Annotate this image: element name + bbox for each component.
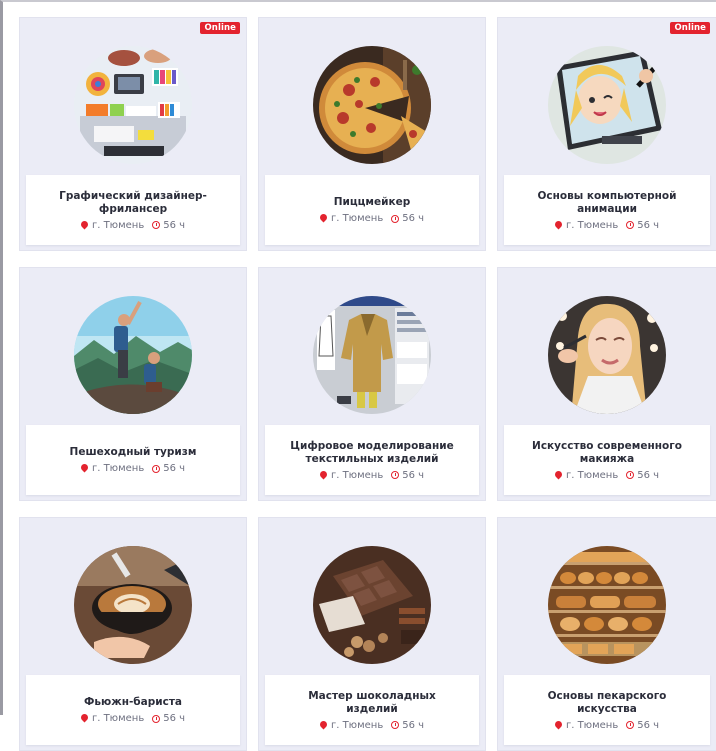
course-hours: 56 ч (402, 469, 425, 481)
course-city: г. Тюмень (330, 469, 384, 481)
course-title[interactable]: Основы пекарского искусства (522, 690, 692, 716)
course-hours: 56 ч (402, 213, 425, 224)
course-meta: г. Тюмень 56 ч (79, 219, 186, 231)
course-hours: 56 ч (637, 719, 660, 731)
course-city: г. Тюмень (91, 219, 145, 231)
course-meta: г. Тюмень 56 ч (553, 719, 660, 731)
course-card[interactable]: Пешеходный туризм г. Тюмень 56 ч (19, 267, 247, 501)
course-info: Искусство современного макияжа г. Тюмень… (504, 425, 710, 495)
clock-icon (391, 214, 400, 223)
clock-icon (152, 221, 161, 229)
course-info: Основы пекарского искусства г. Тюмень 56… (504, 675, 710, 745)
course-meta: г. Тюмень 56 ч (318, 469, 425, 481)
course-meta: г. Тюмень 56 ч (553, 219, 660, 231)
page-frame: Online Графический дизайнер-фрилансер г.… (0, 0, 716, 751)
course-city: г. Тюмень (565, 219, 619, 231)
3d-jacket-cad-photo (313, 296, 431, 414)
course-grid: Online Графический дизайнер-фрилансер г.… (19, 17, 716, 751)
course-hours: 56 ч (163, 219, 186, 231)
course-info: Основы компьютерной анимации г. Тюмень 5… (504, 175, 710, 245)
course-info: Пешеходный туризм г. Тюмень 56 ч (26, 425, 240, 495)
course-card[interactable]: Цифровое моделирование текстильных издел… (258, 267, 486, 501)
course-title[interactable]: Основы компьютерной анимации (522, 190, 692, 216)
online-badge: Online (670, 22, 710, 34)
hikers-mountains-photo (74, 296, 192, 414)
course-info: Цифровое моделирование текстильных издел… (265, 425, 479, 495)
course-meta: г. Тюмень 56 ч (318, 719, 425, 731)
course-hours: 56 ч (163, 463, 186, 474)
course-hours: 56 ч (637, 469, 660, 481)
location-pin-icon (553, 719, 564, 729)
course-card[interactable]: Пиццмейкер г. Тюмень 56 ч (258, 17, 486, 251)
course-city: г. Тюмень (330, 213, 384, 224)
makeup-model-photo (548, 296, 666, 414)
course-title[interactable]: Графический дизайнер-фрилансер (48, 190, 218, 216)
course-info: Пиццмейкер г. Тюмень 56 ч (265, 175, 479, 245)
course-title[interactable]: Пиццмейкер (334, 196, 411, 209)
location-pin-icon (318, 212, 329, 223)
course-title[interactable]: Мастер шоколадных изделий (287, 690, 457, 716)
course-hours: 56 ч (637, 219, 660, 231)
course-card[interactable]: Фьюжн-бариста г. Тюмень 56 ч (19, 517, 247, 751)
course-info: Фьюжн-бариста г. Тюмень 56 ч (26, 675, 240, 745)
course-info: Графический дизайнер-фрилансер г. Тюмень… (26, 175, 240, 245)
course-city: г. Тюмень (91, 463, 145, 474)
course-card[interactable]: Online Основы компьютерной анимации г. Т… (497, 17, 716, 251)
course-city: г. Тюмень (330, 719, 384, 731)
clock-icon (626, 471, 635, 479)
clock-icon (152, 714, 161, 723)
clock-icon (391, 721, 400, 729)
course-meta: г. Тюмень 56 ч (553, 469, 660, 481)
course-card[interactable]: Искусство современного макияжа г. Тюмень… (497, 267, 716, 501)
course-title[interactable]: Фьюжн-бариста (84, 696, 182, 709)
course-card[interactable]: Мастер шоколадных изделий г. Тюмень 56 ч (258, 517, 486, 751)
course-hours: 56 ч (402, 719, 425, 731)
location-pin-icon (79, 462, 90, 473)
location-pin-icon (318, 469, 329, 479)
course-city: г. Тюмень (565, 719, 619, 731)
course-title[interactable]: Искусство современного макияжа (522, 440, 692, 466)
clock-icon (626, 721, 635, 729)
location-pin-icon (553, 469, 564, 479)
bakery-shelves-photo (548, 546, 666, 664)
pizza-photo (313, 46, 431, 164)
course-title[interactable]: Пешеходный туризм (70, 446, 197, 459)
course-city: г. Тюмень (565, 469, 619, 481)
chocolate-photo (313, 546, 431, 664)
course-meta: г. Тюмень 56 ч (79, 462, 186, 474)
location-pin-icon (318, 719, 329, 729)
course-card[interactable]: Основы пекарского искусства г. Тюмень 56… (497, 517, 716, 751)
anime-tablet-photo (548, 46, 666, 164)
designer-desk-photo (74, 46, 192, 164)
online-badge: Online (200, 22, 240, 34)
location-pin-icon (553, 219, 564, 229)
course-info: Мастер шоколадных изделий г. Тюмень 56 ч (265, 675, 479, 745)
location-pin-icon (79, 219, 90, 229)
course-meta: г. Тюмень 56 ч (318, 212, 425, 224)
clock-icon (626, 221, 635, 229)
location-pin-icon (79, 712, 90, 723)
course-card[interactable]: Online Графический дизайнер-фрилансер г.… (19, 17, 247, 251)
clock-icon (152, 464, 161, 473)
course-title[interactable]: Цифровое моделирование текстильных издел… (287, 440, 457, 466)
latte-art-photo (74, 546, 192, 664)
clock-icon (391, 471, 400, 479)
